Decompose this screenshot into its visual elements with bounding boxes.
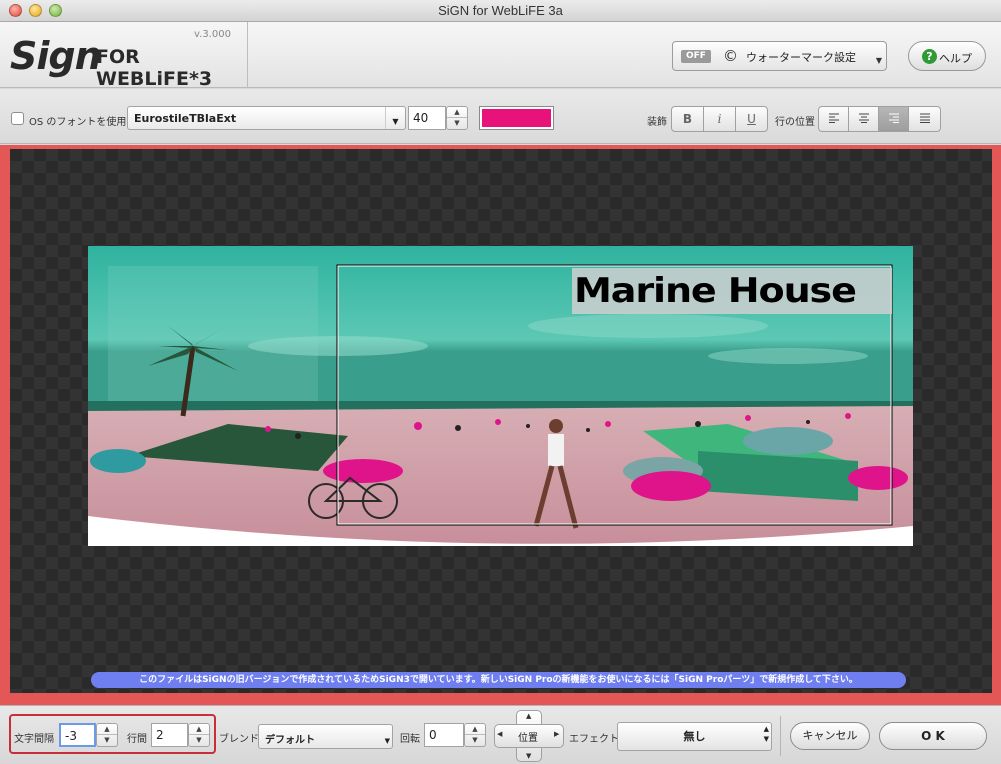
help-button[interactable]: ? ヘルプ	[908, 41, 986, 71]
dropdown-arrow-icon: ▼	[875, 56, 882, 65]
ok-button[interactable]: O K	[879, 722, 987, 750]
move-left-icon[interactable]: ◀	[497, 730, 502, 738]
window-title: SiGN for WebLiFE 3a	[438, 3, 563, 18]
stepper-down-icon[interactable]: ▼	[465, 735, 485, 746]
legacy-version-notice: このファイルはSiGNの旧バージョンで作成されているためSiGN3で開いています…	[91, 672, 906, 688]
blend-select[interactable]: デフォルト ▼	[258, 724, 393, 749]
font-name: EurostileTBlaExt	[134, 112, 237, 125]
align-center-icon	[858, 113, 869, 123]
bottom-toolbar: 文字間隔 -3 ▲ ▼ 行間 2 ▲ ▼ ブレンド デフォルト ▼ 回転 0 ▲…	[0, 705, 1001, 764]
move-down-icon[interactable]: ▼	[526, 752, 531, 760]
letter-spacing-label: 文字間隔	[14, 734, 54, 745]
banner-title-text[interactable]: Marine House	[574, 271, 857, 311]
move-right-icon[interactable]: ▶	[554, 730, 559, 738]
align-justify-icon	[919, 113, 930, 123]
align-right-button[interactable]	[878, 106, 909, 132]
text-color-swatch[interactable]	[479, 106, 554, 130]
stepper-up-icon[interactable]: ▲	[447, 107, 467, 118]
stepper-down-icon[interactable]: ▼	[97, 735, 117, 746]
app-header: v.3.000 Sign FOR WEBLiFE*3 OFF © ウォーターマー…	[0, 22, 1001, 90]
stepper-up-icon[interactable]: ▲	[97, 724, 117, 735]
stepper-up-icon[interactable]: ▲	[189, 724, 209, 735]
watermark-settings-button[interactable]: OFF © ウォーターマーク設定 ▼	[672, 41, 887, 71]
stepper-arrows-icon: ▲ ▼	[763, 725, 769, 743]
line-spacing-input[interactable]: 2	[151, 723, 188, 747]
align-left-icon	[828, 113, 839, 123]
stepper-down-icon[interactable]: ▼	[447, 118, 467, 129]
version-label: v.3.000	[194, 29, 231, 40]
color-fill	[482, 109, 551, 127]
blend-label: ブレンド	[219, 734, 259, 745]
os-font-checkbox[interactable]	[11, 112, 24, 125]
banner-image: Marine House	[88, 246, 913, 546]
font-size-input[interactable]: 40	[408, 106, 446, 130]
stepper-down-icon[interactable]: ▼	[189, 735, 209, 746]
rotation-stepper[interactable]: ▲ ▼	[464, 723, 486, 747]
bold-button[interactable]: B	[671, 106, 704, 132]
copyright-icon: ©	[723, 47, 738, 65]
cancel-button[interactable]: キャンセル	[790, 722, 870, 750]
align-left-button[interactable]	[818, 106, 849, 132]
effect-label: エフェクト	[569, 734, 619, 745]
blend-value: デフォルト	[265, 735, 315, 746]
chevron-down-icon: ▼	[385, 107, 405, 129]
os-font-label: OS のフォントを使用	[29, 117, 127, 128]
zoom-window-button[interactable]	[49, 4, 62, 17]
divider	[780, 716, 781, 756]
align-right-icon	[888, 113, 899, 123]
minimize-window-button[interactable]	[29, 4, 42, 17]
text-toolbar: OS のフォントを使用 EurostileTBlaExt ▼ 40 ▲ ▼ 装飾…	[0, 89, 1001, 144]
watermark-toggle[interactable]: OFF	[681, 50, 711, 63]
effect-value: 無し	[683, 730, 706, 743]
rotation-input[interactable]: 0	[424, 723, 464, 747]
editing-canvas[interactable]: Marine House このファイルはSiGNの旧バージョンで作成されているた…	[10, 149, 992, 693]
italic-button[interactable]: i	[703, 106, 736, 132]
align-justify-button[interactable]	[908, 106, 941, 132]
letter-spacing-stepper[interactable]: ▲ ▼	[96, 723, 118, 747]
underline-button[interactable]: U	[735, 106, 768, 132]
stepper-up-icon[interactable]: ▲	[465, 724, 485, 735]
close-window-button[interactable]	[9, 4, 22, 17]
decoration-label: 装飾	[647, 117, 667, 128]
position-dpad[interactable]: ▲ ▼ ◀ ▶ 位置	[494, 710, 564, 762]
move-up-icon[interactable]: ▲	[526, 712, 531, 720]
font-size-stepper[interactable]: ▲ ▼	[446, 106, 468, 130]
effect-select[interactable]: 無し ▲ ▼	[617, 722, 772, 751]
window-titlebar: SiGN for WebLiFE 3a	[0, 0, 1001, 22]
watermark-label: ウォーターマーク設定	[746, 51, 856, 64]
chevron-down-icon: ▼	[384, 737, 390, 745]
logo-subtitle: FOR WEBLiFE*3	[96, 46, 213, 90]
app-logo: v.3.000 Sign FOR WEBLiFE*3	[0, 22, 248, 90]
position-label: 位置	[518, 733, 538, 744]
letter-spacing-input[interactable]: -3	[59, 723, 96, 747]
canvas-frame: Marine House このファイルはSiGNの旧バージョンで作成されているた…	[0, 145, 1001, 705]
help-label: ヘルプ	[939, 52, 972, 65]
logo-wordmark: Sign	[10, 34, 102, 78]
rotation-label: 回転	[400, 734, 420, 745]
align-center-button[interactable]	[848, 106, 879, 132]
line-spacing-stepper[interactable]: ▲ ▼	[188, 723, 210, 747]
help-icon: ?	[922, 49, 937, 64]
font-select[interactable]: EurostileTBlaExt ▼	[127, 106, 406, 130]
line-align-label: 行の位置	[775, 117, 815, 128]
line-spacing-label: 行間	[127, 734, 147, 745]
